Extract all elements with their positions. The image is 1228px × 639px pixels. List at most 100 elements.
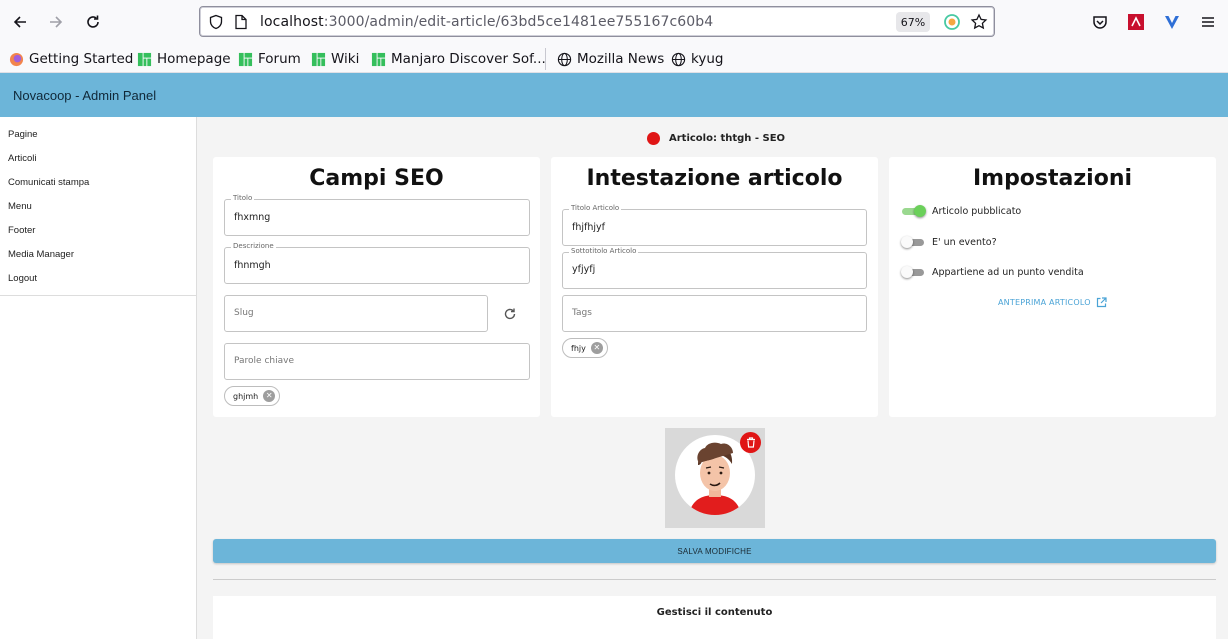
switch-label: Appartiene ad un punto vendita — [932, 266, 1084, 278]
hamburger-icon — [1202, 17, 1214, 27]
field-value: fhnmgh — [234, 260, 271, 271]
sidebar-item-media-manager[interactable]: Media Manager — [8, 249, 74, 260]
extension-circle-icon[interactable] — [943, 13, 961, 31]
tag-chip[interactable]: fhjy ✕ — [562, 338, 608, 358]
field-label: Titolo — [231, 194, 255, 202]
chip-remove-icon[interactable]: ✕ — [263, 390, 276, 402]
bookmark-manjaro-discover[interactable]: Manjaro Discover Sof... — [371, 50, 546, 68]
vpn-button[interactable] — [1161, 11, 1183, 33]
toggle-switch[interactable] — [901, 236, 926, 248]
keyword-chip[interactable]: ghjmh ✕ — [224, 386, 281, 406]
content-manager-card: Gestisci il contenuto — [213, 596, 1216, 639]
menu-button[interactable] — [1197, 11, 1219, 33]
bookmark-label: Getting Started — [29, 51, 134, 67]
bookmark-label: Homepage — [157, 51, 231, 67]
article-title-field[interactable]: Titolo Articolo fhjfhjyf — [562, 204, 867, 246]
globe-icon — [557, 52, 572, 66]
settings-card: Impostazioni Articolo pubblicato E' un e… — [889, 157, 1216, 417]
chip-label: fhjy — [571, 343, 586, 353]
switch-label: Articolo pubblicato — [932, 205, 1022, 217]
article-image[interactable] — [665, 428, 765, 528]
header-card: Intestazione articolo Titolo Articolo fh… — [551, 157, 878, 417]
article-label: Articolo: thtgh - SEO — [669, 133, 786, 144]
sidebar-item-comunicati-stampa[interactable]: Comunicati stampa — [8, 177, 89, 188]
reload-button[interactable] — [82, 11, 104, 33]
seo-card-title: Campi SEO — [309, 166, 444, 191]
external-link-icon — [1096, 297, 1107, 308]
trash-icon — [746, 437, 755, 448]
bookmark-getting-started[interactable]: Getting Started — [9, 50, 133, 68]
bookmark-wiki[interactable]: Wiki — [311, 50, 359, 68]
url-host: localhost — [260, 14, 324, 30]
status-dot — [647, 132, 660, 145]
page-icon[interactable] — [234, 14, 248, 30]
field-placeholder: Parole chiave — [234, 356, 294, 366]
bookmark-kyug[interactable]: kyug — [671, 50, 723, 68]
browser-toolbar: localhost:3000/admin/edit-article/63bd5c… — [0, 0, 1228, 44]
sidebar-divider — [0, 295, 196, 296]
bookmark-mozilla-news[interactable]: Mozilla News — [557, 50, 664, 68]
preview-article-link[interactable]: ANTEPRIMA ARTICOLO — [998, 297, 1107, 308]
bookmark-forum[interactable]: Forum — [238, 50, 301, 68]
save-button[interactable]: SALVA MODIFICHE — [213, 539, 1216, 563]
sidebar-item-pagine[interactable]: Pagine — [8, 129, 38, 140]
field-value: fhxmng — [234, 212, 271, 223]
extension-icon — [1128, 14, 1144, 30]
bookmark-label: kyug — [691, 51, 724, 67]
slug-field[interactable]: Slug — [224, 295, 488, 332]
chip-label: ghjmh — [233, 391, 259, 401]
seo-description-field[interactable]: Descrizione fhnmgh — [224, 242, 530, 284]
field-value: yfjyfj — [572, 264, 596, 275]
sidebar-item-menu[interactable]: Menu — [8, 201, 32, 212]
switch-event[interactable]: E' un evento? — [901, 236, 997, 248]
preview-link-label: ANTEPRIMA ARTICOLO — [998, 298, 1091, 307]
bookmarks-bar: Getting Started Homepage Forum Wiki Manj… — [0, 44, 1228, 73]
seo-title-field[interactable]: Titolo fhxmng — [224, 194, 530, 236]
zoom-badge[interactable]: 67% — [896, 12, 930, 32]
switch-published[interactable]: Articolo pubblicato — [901, 205, 1021, 217]
field-placeholder: Tags — [572, 308, 592, 318]
switch-store[interactable]: Appartiene ad un punto vendita — [901, 266, 1084, 278]
field-value: fhjfhjyf — [572, 222, 605, 233]
sidebar: Pagine Articoli Comunicati stampa Menu F… — [0, 117, 197, 639]
field-label: Titolo Articolo — [569, 204, 622, 212]
article-subtitle-field[interactable]: Sottotitolo Articolo yfjyfj — [562, 247, 867, 289]
back-button[interactable] — [9, 11, 31, 33]
sidebar-item-footer[interactable]: Footer — [8, 225, 35, 236]
pocket-button[interactable] — [1089, 11, 1111, 33]
bookmark-homepage[interactable]: Homepage — [137, 50, 231, 68]
bookmark-label: Mozilla News — [577, 51, 665, 67]
refresh-icon[interactable] — [503, 307, 517, 321]
tags-field[interactable]: Tags — [562, 295, 867, 332]
url-path: :3000/admin/edit-article/63bd5ce1481ee75… — [323, 14, 714, 30]
reload-icon — [87, 15, 99, 28]
content-manager-title: Gestisci il contenuto — [656, 607, 773, 618]
bookmark-label: Manjaro Discover Sof... — [391, 51, 546, 67]
shield-icon[interactable] — [208, 14, 224, 30]
forward-button[interactable] — [45, 11, 67, 33]
settings-card-title: Impostazioni — [972, 166, 1133, 191]
field-placeholder: Slug — [234, 308, 254, 318]
manjaro-icon — [238, 52, 253, 66]
toggle-switch[interactable] — [901, 205, 926, 217]
bookmark-star-icon[interactable] — [970, 13, 988, 31]
toggle-switch[interactable] — [901, 266, 926, 278]
firefox-icon — [9, 52, 24, 66]
back-arrow-icon — [13, 16, 26, 28]
bookmark-separator — [545, 48, 546, 70]
manjaro-icon — [371, 52, 386, 66]
switch-label: E' un evento? — [932, 236, 997, 248]
sidebar-item-articoli[interactable]: Articoli — [8, 153, 37, 164]
delete-image-button[interactable] — [740, 432, 761, 453]
extension-button[interactable] — [1125, 11, 1147, 33]
chip-remove-icon[interactable]: ✕ — [590, 342, 603, 354]
main-content: Articolo: thtgh - SEO Campi SEO Titolo f… — [197, 117, 1228, 639]
bookmark-label: Forum — [258, 51, 301, 67]
field-label: Sottotitolo Articolo — [569, 247, 639, 255]
pocket-icon — [1093, 16, 1107, 29]
sidebar-item-logout[interactable]: Logout — [8, 273, 37, 284]
keywords-field[interactable]: Parole chiave — [224, 343, 530, 380]
manjaro-icon — [311, 52, 326, 66]
url-bar[interactable]: localhost:3000/admin/edit-article/63bd5c… — [199, 6, 995, 37]
app-title: Novacoop - Admin Panel — [13, 88, 157, 103]
